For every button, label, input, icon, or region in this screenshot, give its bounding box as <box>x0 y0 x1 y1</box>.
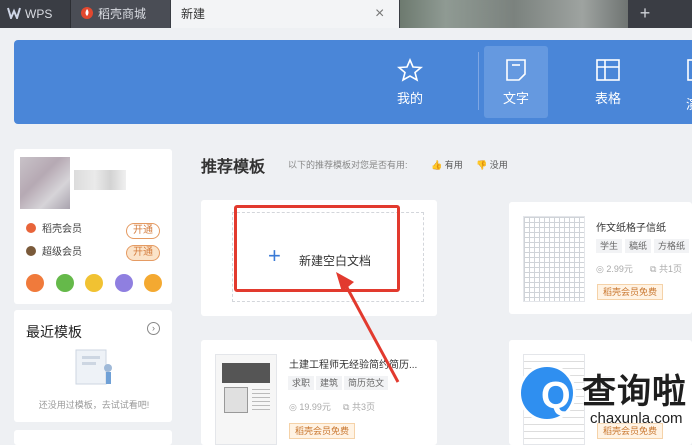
nav-presentation-label: 演 <box>686 94 692 113</box>
useful-label: 有用 <box>444 160 463 170</box>
empty-illustration-icon <box>75 349 112 385</box>
presentation-icon <box>687 59 692 81</box>
nav-text-label: 文字 <box>502 91 529 106</box>
tab-daoke-store[interactable]: 稻壳商城 <box>70 0 170 28</box>
super-open-button[interactable]: 开通 <box>126 245 160 261</box>
template-price-2: ◎ 19.99元 <box>289 402 331 412</box>
useless-button[interactable]: 👎 没用 <box>476 158 508 171</box>
close-tab-icon[interactable]: × <box>375 0 384 28</box>
template-thumbnail-2 <box>215 354 277 445</box>
watermark-brand: 查询啦 <box>582 373 687 411</box>
super-member-label: 超级会员 <box>42 247 82 258</box>
daoke-member-row: 稻壳会员 <box>26 223 82 237</box>
template-thumbnail-1 <box>523 216 585 302</box>
wps-logo-icon <box>7 7 21 21</box>
tab-wps-home[interactable]: WPS <box>0 0 70 28</box>
resume-header-block <box>222 363 270 383</box>
benefit-icon-4[interactable] <box>115 274 133 292</box>
daoke-member-label: 稻壳会员 <box>42 224 82 235</box>
template-tag: 学生 <box>596 239 623 253</box>
avatar <box>20 157 70 209</box>
nav-mine-label: 我的 <box>396 91 423 106</box>
template-badge-1: 稻壳会员免费 <box>597 284 664 300</box>
resume-photo-block <box>224 387 248 413</box>
recommend-title: 推荐模板 <box>201 159 266 176</box>
nav-divider <box>478 52 479 110</box>
recent-empty-hint: 还没用过模板，去试试看吧! <box>38 400 150 410</box>
username-blurred <box>74 170 126 190</box>
thumb-up-icon: 👍 <box>431 160 443 170</box>
super-member-row: 超级会员 <box>26 246 82 260</box>
useful-button[interactable]: 👍 有用 <box>431 158 463 171</box>
arrow-right-icon[interactable]: › <box>147 322 160 335</box>
annotation-arrow <box>336 272 400 383</box>
template-badge-2: 稻壳会员免费 <box>289 423 356 439</box>
template-pages-1: ⧉ 共1页 <box>650 264 682 274</box>
template-tag: 稿纸 <box>625 239 652 253</box>
template-price-1: ◎ 2.99元 <box>596 264 633 274</box>
template-tag: 求职 <box>288 376 315 390</box>
add-tab-icon[interactable]: + <box>630 0 660 28</box>
benefit-icon-3[interactable] <box>85 274 103 292</box>
watermark-url: chaxunla.com <box>590 410 683 427</box>
star-icon <box>397 58 423 82</box>
resume-text-lines <box>252 389 270 413</box>
tab-bar: WPS 稻壳商城 新建 × + <box>0 0 692 28</box>
benefit-icon-2[interactable] <box>56 274 74 292</box>
template-pages-2: ⧉ 共3页 <box>343 402 375 412</box>
left-card-bottom <box>14 430 172 445</box>
tab-wps-label: WPS <box>25 7 53 21</box>
thumb-down-icon: 👎 <box>476 160 488 170</box>
document-icon <box>506 59 526 81</box>
tab-daoke-label: 稻壳商城 <box>98 7 147 21</box>
nav-mine[interactable]: 我的 <box>378 46 442 118</box>
header-band: 我的 文字 表格 演 <box>14 40 692 124</box>
super-member-icon <box>26 246 36 256</box>
useless-label: 没用 <box>489 160 508 170</box>
daoke-member-icon <box>26 223 36 233</box>
tab-new[interactable]: 新建 × <box>171 0 399 28</box>
nav-text[interactable]: 文字 <box>484 46 548 118</box>
benefit-icon-5[interactable] <box>144 274 162 292</box>
nav-table-label: 表格 <box>594 91 621 106</box>
table-icon <box>596 59 620 81</box>
template-title-1: 作文纸格子信纸 <box>596 223 666 234</box>
watermark-logo-icon: Q <box>518 364 576 422</box>
tab-new-label: 新建 <box>181 7 206 21</box>
daoke-open-button[interactable]: 开通 <box>126 223 160 239</box>
template-tag: 方格纸 <box>654 239 690 253</box>
tab-blurred <box>400 0 628 28</box>
nav-table[interactable]: 表格 <box>576 46 640 118</box>
benefit-icon-1[interactable] <box>26 274 44 292</box>
recommend-note: 以下的推荐模板对您是否有用: <box>288 160 408 170</box>
nav-presentation[interactable]: 演 <box>664 46 692 118</box>
recent-templates-title: 最近模板 <box>26 324 82 340</box>
daoke-flame-icon <box>81 7 93 19</box>
watermark: Q 查询啦 chaxunla.com <box>510 350 692 445</box>
